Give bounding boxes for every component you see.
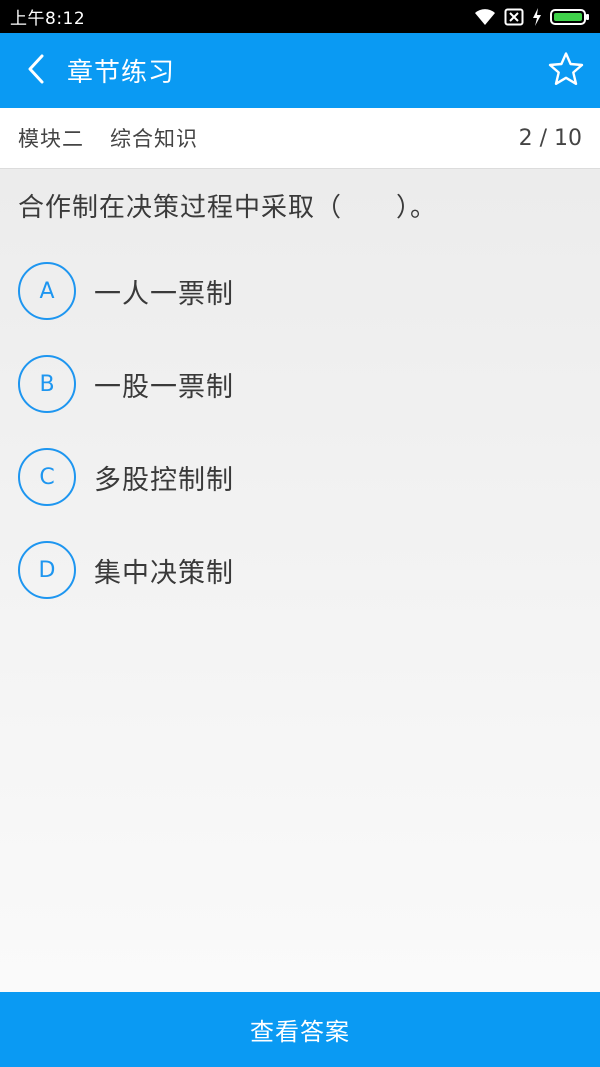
- battery-icon: [550, 8, 590, 26]
- option-letter-circle: C: [18, 448, 76, 506]
- page-title: 章节练习: [67, 58, 176, 88]
- charging-icon: [532, 7, 542, 26]
- view-answer-button[interactable]: 查看答案: [0, 992, 600, 1067]
- option-b[interactable]: B 一股一票制: [18, 355, 582, 413]
- option-letter-circle: B: [18, 355, 76, 413]
- back-button[interactable]: [10, 33, 62, 108]
- option-text: 多股控制制: [94, 464, 234, 496]
- sim-disabled-icon: [504, 8, 524, 26]
- wifi-icon: [474, 8, 496, 26]
- option-text: 一股一票制: [94, 371, 234, 403]
- module-label: 模块二 综合知识: [18, 123, 198, 153]
- status-bar: 上午8:12: [0, 0, 600, 33]
- option-d[interactable]: D 集中决策制: [18, 541, 582, 599]
- status-time: 上午8:12: [10, 9, 86, 29]
- favorite-button[interactable]: [546, 51, 586, 91]
- question-text: 合作制在决策过程中采取（ ）。: [18, 193, 438, 223]
- option-a[interactable]: A 一人一票制: [18, 262, 582, 320]
- module-name: 模块二: [18, 127, 84, 151]
- option-text: 一人一票制: [94, 278, 234, 310]
- question-counter: 2 / 10: [518, 125, 582, 151]
- app-header: 章节练习: [0, 33, 600, 108]
- option-letter-circle: A: [18, 262, 76, 320]
- chevron-left-icon: [26, 53, 46, 89]
- module-bar: 模块二 综合知识 2 / 10: [0, 108, 600, 169]
- option-c[interactable]: C 多股控制制: [18, 448, 582, 506]
- option-text: 集中决策制: [94, 557, 234, 589]
- module-topic: 综合知识: [110, 127, 198, 151]
- status-icons: [474, 7, 590, 26]
- question-area: 合作制在决策过程中采取（ ）。 A 一人一票制 B 一股一票制 C 多股控制制 …: [0, 169, 600, 992]
- star-outline-icon: [548, 51, 584, 91]
- option-letter-circle: D: [18, 541, 76, 599]
